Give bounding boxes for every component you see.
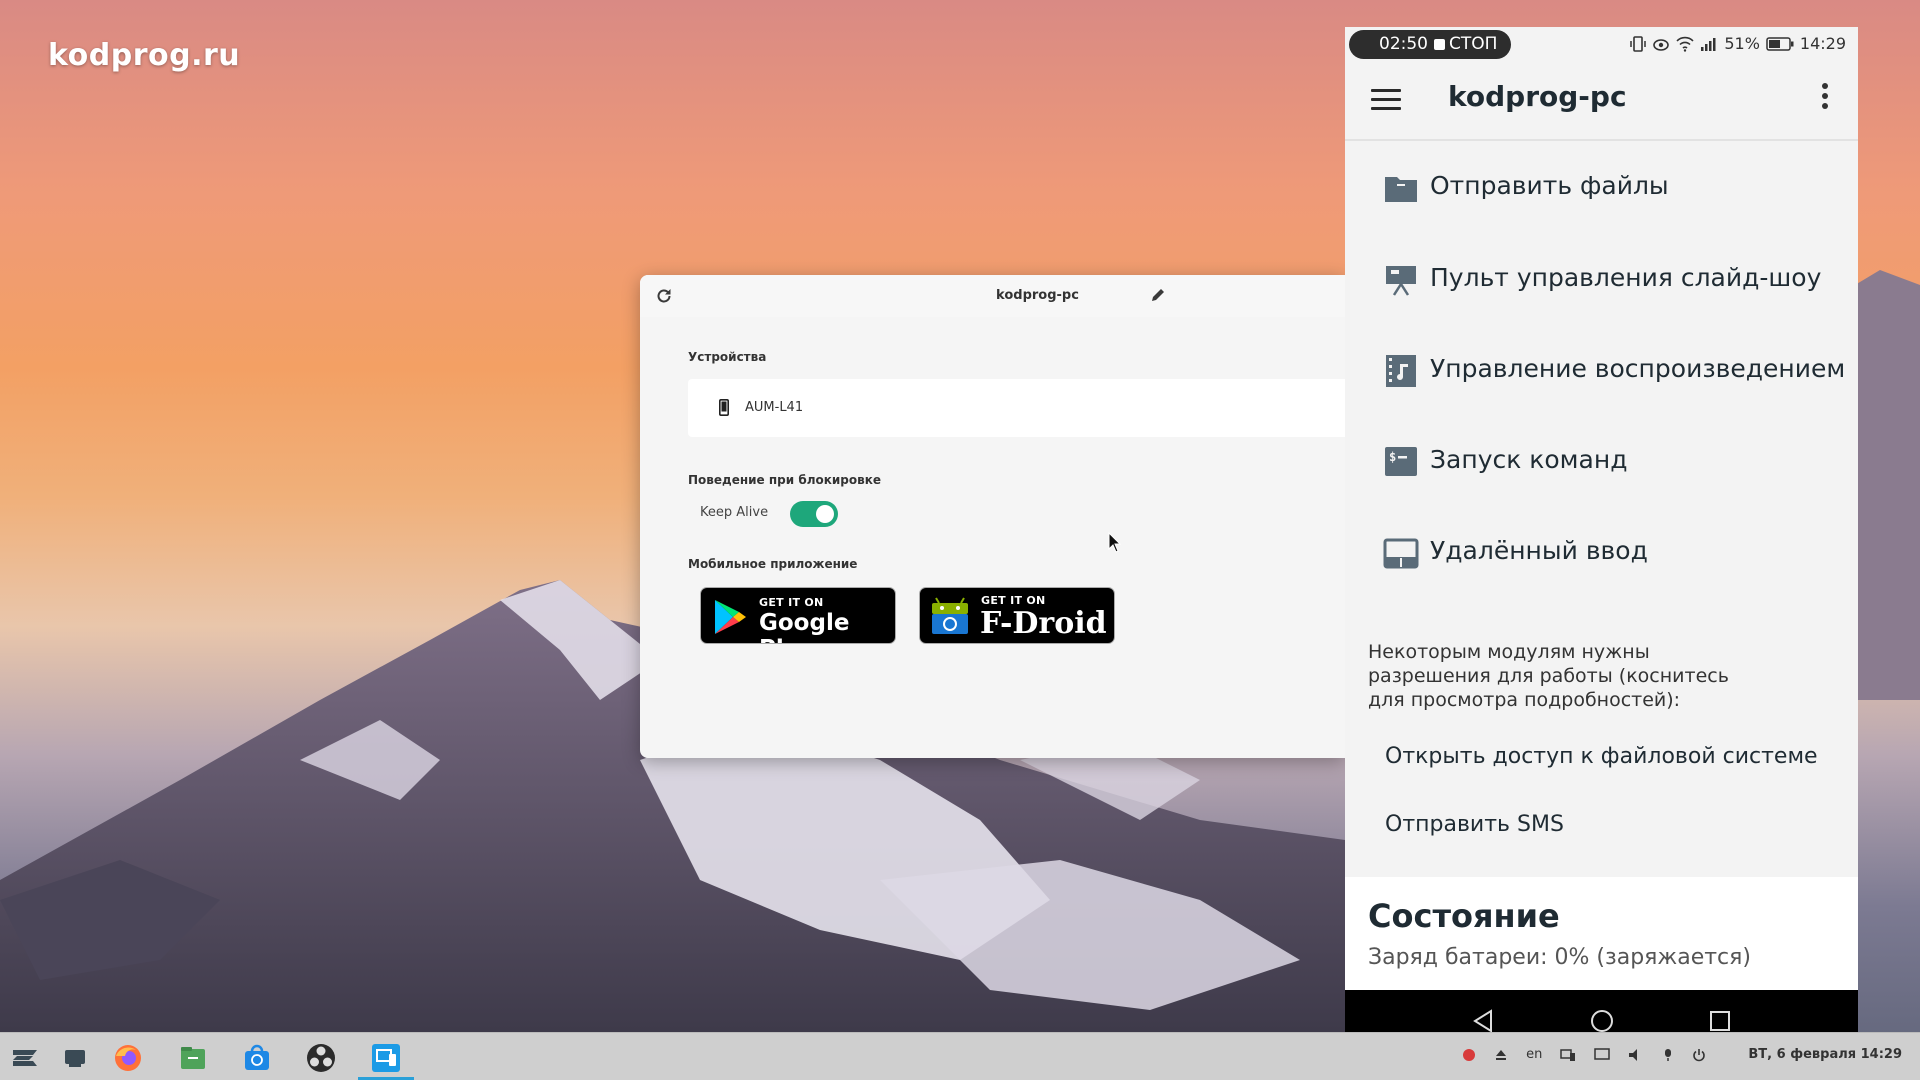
permissions-note[interactable]: Некоторым модулям нужны разрешения для р…: [1368, 640, 1768, 712]
permission-filesystem-link[interactable]: Открыть доступ к файловой системе: [1385, 744, 1818, 769]
show-desktop-icon[interactable]: [60, 1042, 92, 1074]
more-vertical-icon[interactable]: [1822, 83, 1830, 115]
recording-stop-label: СТОП: [1449, 34, 1498, 54]
eject-icon[interactable]: [1494, 1048, 1508, 1062]
window-header: kodprog-pc: [640, 275, 1345, 317]
kdeconnect-tray-icon[interactable]: [1560, 1048, 1576, 1062]
power-icon[interactable]: [1692, 1048, 1706, 1062]
keep-alive-label: Keep Alive: [700, 505, 769, 520]
fdroid-icon: [932, 597, 968, 634]
google-play-small-text: GET IT ON: [759, 596, 824, 609]
devices-label: Устройства: [688, 350, 767, 364]
kdeconnect-window: kodprog-pc Устройства AUM-L41 Поведение …: [640, 275, 1345, 758]
microphone-icon[interactable]: [1662, 1048, 1674, 1062]
fdroid-badge[interactable]: GET IT ON F-Droid: [919, 587, 1115, 644]
obs-icon[interactable]: [305, 1042, 337, 1074]
mobile-app-label: Мобильное приложение: [688, 557, 858, 571]
google-play-big-text: Google Play: [759, 610, 850, 643]
svg-text:$: $: [1389, 450, 1396, 464]
battery-status: Заряд батареи: 0% (заряжается): [1368, 945, 1751, 970]
device-name: AUM-L41: [745, 400, 804, 415]
phone-clock: 14:29: [1799, 34, 1846, 53]
plugin-label: Запуск команд: [1430, 445, 1628, 474]
device-row[interactable]: AUM-L41: [688, 379, 1345, 437]
plugin-label: Отправить файлы: [1430, 171, 1669, 200]
toggle-knob: [816, 505, 834, 523]
taskbar-clock[interactable]: ВТ, 6 февраля 14:29: [1748, 1047, 1902, 1062]
software-store-icon[interactable]: [241, 1042, 273, 1074]
presentation-icon: [1386, 266, 1416, 296]
battery-percent: 51%: [1724, 34, 1760, 53]
status-card: Состояние Заряд батареи: 0% (заряжается): [1345, 877, 1858, 990]
lock-behavior-label: Поведение при блокировке: [688, 473, 882, 487]
app-title: kodprog-pc: [1448, 80, 1627, 113]
plugin-run-commands[interactable]: $ Запуск команд: [1345, 430, 1858, 494]
wifi-icon: [1676, 36, 1694, 52]
taskbar: en ВТ, 6 февраля 14:29: [0, 1032, 1920, 1080]
kdeconnect-icon[interactable]: [370, 1042, 402, 1074]
watermark-text: kodprog.ru: [48, 38, 241, 73]
stop-square-icon: [1434, 39, 1445, 50]
smartphone-icon: [719, 399, 729, 416]
plugin-send-files[interactable]: Отправить файлы: [1345, 156, 1858, 220]
status-title: Состояние: [1368, 897, 1560, 935]
signal-icon: [1701, 37, 1716, 51]
eye-comfort-icon: [1653, 38, 1670, 51]
screen-recording-pill[interactable]: 02:50 СТОП: [1349, 30, 1511, 59]
phone-screen-mirror: 02:50 СТОП 51% 14:29 kodprog-pc Отправить…: [1345, 27, 1858, 1053]
device-title: kodprog-pc: [996, 288, 1079, 303]
permission-sms-link[interactable]: Отправить SMS: [1385, 812, 1564, 837]
terminal-icon: $: [1385, 447, 1417, 476]
battery-icon: [1766, 36, 1794, 51]
menu-icon[interactable]: [1371, 89, 1401, 111]
volume-icon[interactable]: [1628, 1048, 1644, 1062]
mouse-cursor-icon: [1108, 532, 1122, 553]
fdroid-big-text: F-Droid: [980, 606, 1107, 641]
files-icon[interactable]: [177, 1042, 209, 1074]
display-icon[interactable]: [1594, 1047, 1611, 1062]
plugin-remote-input[interactable]: Удалённый ввод: [1345, 521, 1858, 585]
pencil-icon[interactable]: [1149, 286, 1167, 304]
phone-status-bar: 02:50 СТОП 51% 14:29: [1345, 27, 1858, 61]
recording-time: 02:50: [1379, 34, 1428, 54]
zorin-menu-icon[interactable]: [9, 1042, 41, 1074]
keep-alive-toggle[interactable]: [790, 501, 838, 527]
plugin-label: Удалённый ввод: [1430, 536, 1648, 565]
keyboard-layout[interactable]: en: [1526, 1047, 1542, 1062]
plugin-label: Управление воспроизведением: [1430, 354, 1846, 383]
folder-icon: [1385, 177, 1417, 202]
media-film-icon: [1386, 355, 1416, 387]
firefox-icon[interactable]: [112, 1042, 144, 1074]
google-play-badge[interactable]: GET IT ON Google Play: [700, 587, 896, 644]
system-tray: en ВТ, 6 февраля 14:29: [1462, 1047, 1902, 1062]
notification-badge-icon[interactable]: [1462, 1048, 1476, 1062]
touchpad-icon: [1383, 538, 1419, 569]
app-bar: kodprog-pc: [1345, 61, 1858, 141]
plugin-slideshow-remote[interactable]: Пульт управления слайд-шоу: [1345, 248, 1858, 312]
plugin-media-control[interactable]: Управление воспроизведением: [1345, 339, 1858, 403]
vibrate-icon: [1630, 35, 1647, 52]
google-play-icon: [715, 600, 746, 634]
status-icons: 51% 14:29: [1630, 34, 1846, 53]
plugin-label: Пульт управления слайд-шоу: [1430, 263, 1822, 292]
